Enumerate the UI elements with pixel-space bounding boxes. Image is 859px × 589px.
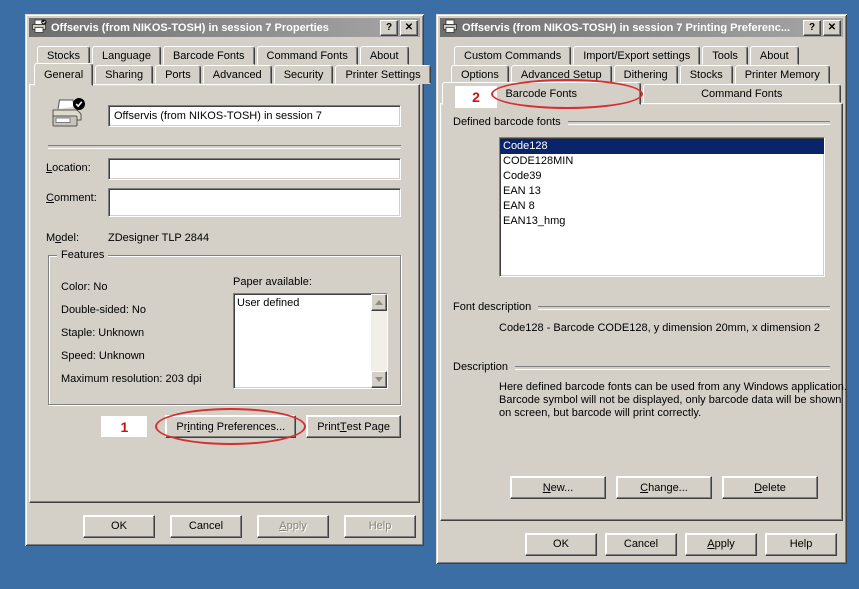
description-text: Here defined barcode fonts can be used f… — [499, 381, 853, 420]
printer-icon-large — [46, 97, 108, 136]
defined-fonts-header: Defined barcode fonts — [453, 116, 561, 128]
feature-item: Double-sided: No — [61, 299, 233, 322]
tab-strip: Custom CommandsImport/Export settingsToo… — [440, 46, 843, 103]
font-description-text: Code128 - Barcode CODE128, y dimension 2… — [499, 322, 830, 334]
cancel-button[interactable]: Cancel — [605, 533, 677, 556]
description-header: Description — [453, 361, 508, 373]
tab[interactable]: Tools — [702, 46, 748, 65]
ok-button[interactable]: OK — [83, 515, 155, 538]
printing-preferences-dialog: 2 Offservis (from NIKOS-TOSH) in session… — [436, 14, 847, 564]
tab-row-1: Custom CommandsImport/Export settingsToo… — [440, 46, 843, 65]
new-button[interactable]: New... — [510, 476, 606, 499]
titlebar-help-button[interactable]: ? — [803, 20, 821, 36]
features-legend: Features — [57, 249, 108, 261]
tab[interactable]: Security — [274, 65, 334, 84]
barcode-fonts-tab-panel: Defined barcode fonts Code128CODE128MINC… — [440, 103, 843, 521]
printer-icon — [31, 19, 47, 37]
dialog-title: Offservis (from NIKOS-TOSH) in session 7… — [462, 22, 799, 34]
comment-label: Comment: — [46, 188, 108, 204]
group-line — [568, 121, 830, 125]
feature-item: Maximum resolution: 203 dpi — [61, 368, 233, 391]
feature-item: Color: No — [61, 276, 233, 299]
scrollbar[interactable] — [371, 294, 387, 388]
feature-list: Color: NoDouble-sided: NoStaple: Unknown… — [61, 276, 233, 396]
arrow-up-icon — [375, 300, 383, 305]
titlebar: Offservis (from NIKOS-TOSH) in session 7… — [29, 18, 420, 37]
change-button[interactable]: Change... — [616, 476, 712, 499]
scroll-up-button[interactable] — [371, 294, 387, 311]
properties-dialog: Offservis (from NIKOS-TOSH) in session 7… — [25, 14, 424, 546]
tab[interactable]: Printer Settings — [335, 65, 430, 84]
tab[interactable]: Ports — [155, 65, 201, 84]
tab[interactable]: Advanced — [203, 65, 272, 84]
paper-listbox[interactable]: User defined — [233, 293, 388, 389]
printer-name-field[interactable]: Offservis (from NIKOS-TOSH) in session 7 — [108, 105, 401, 127]
apply-button: Apply — [257, 515, 329, 538]
tab[interactable]: Command Fonts — [257, 46, 358, 65]
tab[interactable]: Printer Memory — [735, 65, 830, 84]
tab[interactable]: Command Fonts — [643, 84, 842, 103]
barcode-font-item[interactable]: CODE128MIN — [500, 154, 824, 169]
tab-strip: StocksLanguageBarcode FontsCommand Fonts… — [29, 46, 420, 84]
comment-input[interactable] — [108, 188, 401, 217]
font-description-header: Font description — [453, 301, 531, 313]
model-label: Model: — [46, 232, 108, 244]
features-group: Features Color: NoDouble-sided: NoStaple… — [48, 255, 401, 405]
barcode-font-item[interactable]: EAN 13 — [500, 184, 824, 199]
barcode-font-list[interactable]: Code128CODE128MINCode39EAN 13EAN 8EAN13_… — [499, 137, 825, 277]
location-input[interactable] — [108, 158, 401, 180]
paper-available-label: Paper available: — [233, 276, 388, 293]
tab[interactable]: Language — [92, 46, 161, 65]
printing-preferences-button[interactable]: Printing Preferences... — [165, 415, 296, 438]
tab[interactable]: Custom Commands — [454, 46, 571, 65]
group-line — [538, 306, 830, 310]
tab[interactable]: Barcode Fonts — [163, 46, 255, 65]
barcode-font-item[interactable]: Code128 — [500, 139, 824, 154]
close-icon[interactable]: ✕ — [400, 20, 418, 36]
barcode-font-item[interactable]: EAN13_hmg — [500, 214, 824, 229]
printer-name-value: Offservis (from NIKOS-TOSH) in session 7 — [114, 110, 322, 122]
paper-item[interactable]: User defined — [237, 296, 368, 310]
help-button[interactable]: Help — [765, 533, 837, 556]
tab[interactable]: Import/Export settings — [573, 46, 700, 65]
scrollbar-track[interactable] — [371, 311, 387, 371]
ok-button[interactable]: OK — [525, 533, 597, 556]
delete-button[interactable]: Delete — [722, 476, 818, 499]
arrow-down-icon — [375, 377, 383, 382]
tab[interactable]: About — [750, 46, 799, 65]
dialog-title: Offservis (from NIKOS-TOSH) in session 7… — [51, 22, 376, 34]
tab-row-front: GeneralSharingPortsAdvancedSecurityPrint… — [29, 65, 420, 84]
scroll-down-button[interactable] — [371, 371, 387, 388]
feature-item: Speed: Unknown — [61, 345, 233, 368]
barcode-font-item[interactable]: Code39 — [500, 169, 824, 184]
annotation-marker-1: 1 — [101, 416, 147, 437]
location-label: Location: — [46, 158, 108, 174]
barcode-font-item[interactable]: EAN 8 — [500, 199, 824, 214]
model-value: ZDesigner TLP 2844 — [108, 232, 209, 244]
tab[interactable]: General — [34, 63, 93, 86]
cancel-button[interactable]: Cancel — [170, 515, 242, 538]
desktop-background: { "colors": { "desktop_background": "#3A… — [0, 0, 859, 589]
tab[interactable]: About — [360, 46, 409, 65]
group-line — [515, 366, 830, 370]
apply-button[interactable]: Apply — [685, 533, 757, 556]
titlebar-help-button[interactable]: ? — [380, 20, 398, 36]
tab[interactable]: Sharing — [95, 65, 153, 84]
help-button: Help — [344, 515, 416, 538]
printer-icon — [442, 19, 458, 37]
annotation-marker-2: 2 — [455, 86, 497, 108]
general-tab-panel: Offservis (from NIKOS-TOSH) in session 7… — [29, 84, 420, 503]
tab[interactable]: Stocks — [680, 65, 733, 84]
titlebar: Offservis (from NIKOS-TOSH) in session 7… — [440, 18, 843, 37]
close-icon[interactable]: ✕ — [823, 20, 841, 36]
feature-item: Staple: Unknown — [61, 322, 233, 345]
tab-row-3: Barcode FontsCommand Fonts — [440, 84, 843, 103]
print-test-page-button[interactable]: Print Test Page — [306, 415, 401, 438]
paper-list: User defined — [234, 294, 371, 388]
separator — [48, 145, 401, 149]
